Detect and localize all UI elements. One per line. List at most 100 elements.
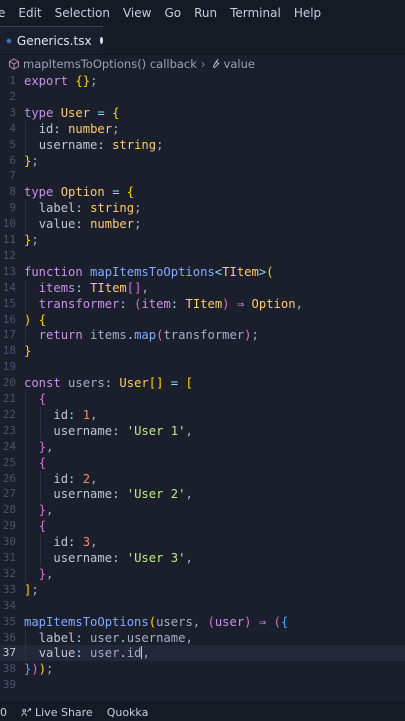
menu-selection[interactable]: Selection [55, 6, 110, 20]
code-line[interactable]: 37 value: user.id, [0, 645, 405, 662]
code-text: { [24, 391, 46, 407]
line-number: 30 [2, 535, 16, 549]
code-line[interactable]: 33]; [0, 582, 405, 598]
code-line[interactable]: 27 username: 'User 2', [0, 486, 405, 503]
code-token: string [90, 201, 135, 216]
code-line[interactable]: 19 [0, 359, 405, 375]
code-token: { [38, 455, 47, 470]
code-token: , [185, 423, 193, 438]
breadcrumb-property[interactable]: value [224, 57, 255, 71]
code-token: item [141, 296, 171, 311]
line-number: 11 [2, 233, 16, 246]
code-line[interactable]: 24 }, [0, 438, 405, 455]
menu-run[interactable]: Run [194, 6, 217, 20]
code-line[interactable]: 13 function mapItemsToOptions<TItem>( [0, 264, 405, 280]
code-line[interactable]: 21 { [0, 391, 405, 407]
code-text: value: number; [24, 216, 142, 232]
code-line[interactable]: 22 id: 1, [0, 406, 405, 423]
code-line[interactable]: 20 const users: User[] = [ [0, 375, 405, 391]
menu-go[interactable]: Go [164, 6, 181, 20]
code-text: label: user.username, [24, 630, 193, 646]
code-token: ( [266, 264, 274, 279]
menu-help[interactable]: Help [294, 6, 321, 20]
code-line[interactable]: 17 return items.map(transformer); [0, 327, 405, 344]
menu-edit[interactable]: Edit [18, 6, 41, 20]
code-line[interactable]: 6}; [0, 153, 405, 169]
code-line[interactable]: 25 { [0, 454, 405, 471]
code-token: export [24, 74, 69, 88]
menu-terminal[interactable]: Terminal [230, 6, 281, 20]
code-line[interactable]: 14 items: TItem[], [0, 279, 405, 296]
status-problems[interactable]: 0 [0, 706, 7, 719]
code-line[interactable]: 35 mapItemsToOptions(users, (user) ⇒ ({ [0, 614, 405, 630]
code-editor[interactable]: 1 export {}; 2 3 type User = {4 id: number; 5… [0, 72, 405, 692]
code-token: , [295, 296, 303, 311]
code-line[interactable]: 23 username: 'User 1', [0, 422, 405, 439]
line-number: 28 [2, 503, 16, 517]
code-token: users [60, 376, 105, 391]
code-token: , [185, 487, 193, 502]
menu-file[interactable]: e [0, 6, 5, 20]
code-line[interactable]: 11}; [0, 232, 405, 248]
code-line[interactable]: 4 id: number; [0, 120, 405, 137]
code-line[interactable]: 12 [0, 248, 405, 264]
code-text: }; [24, 153, 39, 169]
code-line[interactable]: 7 [0, 168, 405, 184]
code-line[interactable]: 9 label: string; [0, 200, 405, 217]
code-text: ]; [24, 582, 39, 598]
code-line[interactable]: 1 export {}; [0, 73, 405, 89]
breadcrumb-function[interactable]: mapItemsToOptions() callback [23, 57, 197, 71]
code-token: users, [156, 614, 208, 629]
code-line[interactable]: 10 value: number; [0, 216, 405, 233]
code-text: id: 2, [24, 471, 97, 487]
quokka-button[interactable]: Quokka [107, 706, 149, 719]
code-text: }; [24, 232, 39, 248]
code-token: user [214, 614, 245, 629]
unsaved-dot-icon[interactable] [99, 37, 103, 44]
code-token: } [24, 344, 32, 359]
code-line[interactable]: 34 [0, 598, 405, 614]
line-number: 8 [9, 185, 16, 199]
code-token: function [24, 264, 83, 279]
line-number: 37 [2, 646, 16, 660]
code-line[interactable]: 29 { [0, 518, 405, 535]
code-line[interactable]: 8 type Option = { [0, 184, 405, 200]
code-line[interactable]: 3 type User = { [0, 105, 405, 121]
code-token: 'User 1' [126, 423, 186, 438]
code-token: TItem [222, 264, 259, 279]
code-line[interactable]: 31 username: 'User 3', [0, 550, 405, 566]
code-line[interactable]: 26 id: 2, [0, 470, 405, 487]
code-line[interactable]: 39 [0, 677, 405, 693]
code-text: label: string; [24, 200, 142, 216]
line-number: 4 [9, 121, 16, 135]
code-line[interactable]: 30 id: 3, [0, 534, 405, 551]
code-text: value: user.id, [24, 645, 150, 661]
code-token: [] [148, 376, 164, 391]
code-line[interactable]: 5 username: string; [0, 136, 405, 153]
tab-generics-tsx[interactable]: Generics.tsx [0, 26, 103, 54]
code-line[interactable]: 32 }, [0, 565, 405, 582]
code-line[interactable]: 15 transformer: (item: TItem) ⇒ Option, [0, 295, 405, 312]
code-line[interactable]: 36 label: user.username, [0, 629, 405, 646]
line-number: 39 [2, 678, 16, 692]
code-token: ) [244, 328, 252, 343]
code-line[interactable]: 38})); [0, 661, 405, 677]
code-line[interactable]: 16) { [0, 312, 405, 328]
code-text: })); [24, 661, 53, 677]
code-line[interactable]: 2 [0, 89, 405, 105]
line-number: 32 [2, 566, 16, 580]
live-share-button[interactable]: Live Share [21, 706, 93, 719]
menu-view[interactable]: View [123, 6, 151, 20]
code-token: ) [222, 296, 230, 311]
code-line[interactable]: 28 }, [0, 502, 405, 519]
code-line[interactable]: 18} [0, 343, 405, 359]
